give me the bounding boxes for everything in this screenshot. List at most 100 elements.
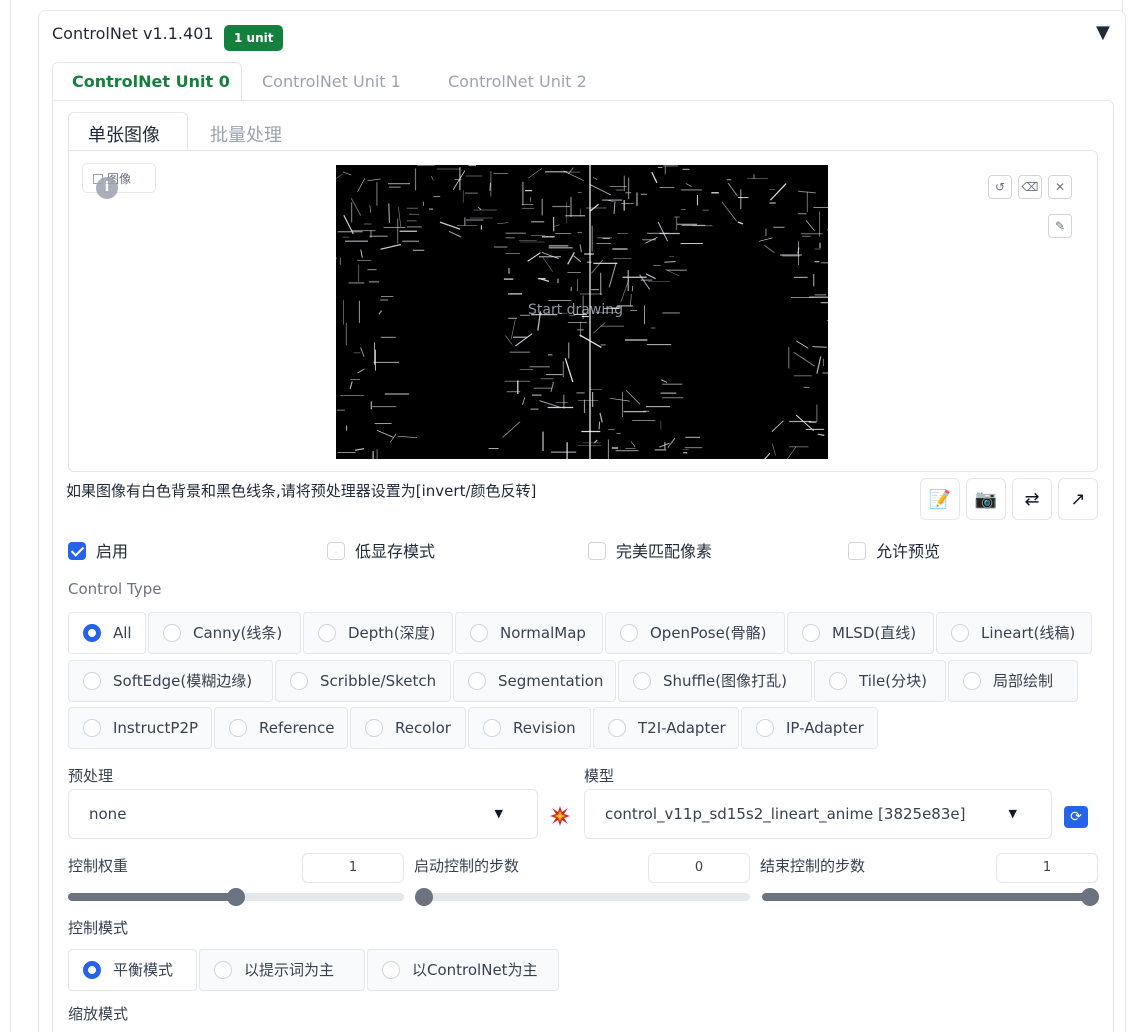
control-type-revision[interactable]: Revision (468, 707, 591, 749)
weight-slider-thumb[interactable] (227, 888, 245, 906)
radio-normalmap[interactable] (470, 624, 488, 642)
control-mode-label: 控制模式 (68, 919, 129, 937)
lineart-stroke (795, 414, 815, 432)
tab-controlnet-unit-0[interactable]: ControlNet Unit 0 (72, 72, 230, 91)
camera-icon[interactable]: 📷 (966, 478, 1006, 520)
radio-t2i-adapter[interactable] (608, 719, 626, 737)
control-mode-balanced[interactable]: 平衡模式 (68, 949, 197, 991)
refresh-icon[interactable]: ⟳ (1064, 806, 1088, 828)
lineart-stroke (564, 358, 574, 383)
radio-softedge[interactable] (83, 672, 101, 690)
explosion-icon[interactable] (549, 805, 571, 827)
control-type-inpaint[interactable]: 局部绘制 (948, 660, 1078, 702)
radio-inpaint[interactable] (963, 672, 981, 690)
chevron-down-icon[interactable]: ▼ (495, 790, 503, 838)
end-step-slider[interactable] (762, 888, 1099, 906)
tab-single-image[interactable]: 单张图像 (88, 121, 160, 147)
invert-hint: 如果图像有白色背景和黑色线条,请将预处理器设置为[invert/颜色反转] (66, 482, 537, 500)
edit-icon[interactable]: 📝 (920, 478, 960, 520)
pixel-perfect-check[interactable] (588, 542, 606, 560)
control-type-tile[interactable]: Tile(分块) (814, 660, 946, 702)
preprocessor-select[interactable]: none ▼ (68, 789, 538, 839)
close-icon[interactable]: ✕ (1048, 175, 1072, 199)
radio-prompt[interactable] (214, 961, 232, 979)
control-type-t2i-adapter[interactable]: T2I-Adapter (593, 707, 739, 749)
radio-all[interactable] (83, 624, 101, 642)
option-label: 以提示词为主 (244, 961, 335, 979)
weight-slider[interactable] (68, 888, 404, 906)
start-step-input[interactable]: 0 (648, 853, 750, 883)
model-select[interactable]: control_v11p_sd15s2_lineart_anime [3825e… (584, 789, 1052, 839)
control-type-openpose[interactable]: OpenPose(骨骼) (605, 612, 785, 654)
radio-instructp2p[interactable] (83, 719, 101, 737)
radio-balanced[interactable] (83, 961, 101, 979)
control-type-scribble[interactable]: Scribble/Sketch (275, 660, 451, 702)
end-step-input[interactable]: 1 (996, 853, 1098, 883)
start-step-slider-thumb[interactable] (415, 888, 433, 906)
extension-title[interactable]: ControlNet v1.1.401 (52, 24, 214, 43)
radio-tile[interactable] (829, 672, 847, 690)
weight-input[interactable]: 1 (302, 853, 404, 883)
control-type-mlsd[interactable]: MLSD(直线) (787, 612, 934, 654)
chevron-down-icon[interactable]: ▼ (1009, 790, 1017, 838)
control-type-instructp2p[interactable]: InstructP2P (68, 707, 212, 749)
allow-preview-checkbox[interactable]: 允许预览 (848, 538, 940, 562)
radio-depth[interactable] (318, 624, 336, 642)
lineart-stroke (357, 178, 366, 193)
lineart-stroke (645, 273, 656, 280)
control-type-all[interactable]: All (68, 612, 146, 654)
send-dimensions-icon[interactable]: ↗ (1058, 478, 1098, 520)
pixel-perfect-label: 完美匹配像素 (616, 542, 713, 561)
eraser-icon[interactable]: ⌫ (1018, 175, 1042, 199)
radio-recolor[interactable] (365, 719, 383, 737)
enable-checkbox[interactable]: 启用 (68, 538, 128, 562)
radio-canny[interactable] (163, 624, 181, 642)
radio-segmentation[interactable] (468, 672, 486, 690)
radio-openpose[interactable] (620, 624, 638, 642)
radio-lineart[interactable] (951, 624, 969, 642)
brush-icon[interactable]: ✎ (1048, 214, 1072, 238)
radio-ip-adapter[interactable] (756, 719, 774, 737)
lineart-stroke (589, 183, 612, 196)
start-step-slider[interactable] (415, 888, 750, 906)
undo-icon[interactable]: ↺ (988, 175, 1012, 199)
control-type-reference[interactable]: Reference (214, 707, 348, 749)
radio-revision[interactable] (483, 719, 501, 737)
control-type-canny[interactable]: Canny(线条) (148, 612, 301, 654)
option-label: MLSD(直线) (832, 624, 917, 642)
control-type-normalmap[interactable]: NormalMap (455, 612, 603, 654)
control-type-shuffle[interactable]: Shuffle(图像打乱) (618, 660, 812, 702)
triangle-down-icon[interactable]: ▼ (1096, 22, 1110, 43)
control-mode-prompt[interactable]: 以提示词为主 (199, 949, 365, 991)
tab-batch[interactable]: 批量处理 (210, 121, 282, 147)
low-vram-check[interactable] (327, 542, 345, 560)
info-icon[interactable]: i (96, 177, 118, 199)
option-label: Segmentation (498, 672, 604, 690)
lineart-stroke (528, 168, 543, 179)
control-mode-controlnet[interactable]: 以ControlNet为主 (367, 949, 559, 991)
radio-reference[interactable] (229, 719, 247, 737)
lineart-stroke (685, 183, 692, 187)
radio-controlnet[interactable] (382, 961, 400, 979)
low-vram-checkbox[interactable]: 低显存模式 (327, 538, 435, 562)
radio-mlsd[interactable] (802, 624, 820, 642)
low-vram-label: 低显存模式 (355, 542, 436, 561)
enable-check[interactable] (68, 542, 86, 560)
control-type-lineart[interactable]: Lineart(线稿) (936, 612, 1092, 654)
control-type-ip-adapter[interactable]: IP-Adapter (741, 707, 878, 749)
tab-controlnet-unit-2[interactable]: ControlNet Unit 2 (448, 72, 587, 91)
end-step-slider-thumb[interactable] (1081, 888, 1099, 906)
tab-controlnet-unit-1[interactable]: ControlNet Unit 1 (262, 72, 401, 91)
radio-shuffle[interactable] (633, 672, 651, 690)
radio-scribble[interactable] (290, 672, 308, 690)
allow-preview-check[interactable] (848, 542, 866, 560)
control-type-segmentation[interactable]: Segmentation (453, 660, 616, 702)
lineart-stroke (769, 183, 787, 201)
pixel-perfect-checkbox[interactable]: 完美匹配像素 (588, 538, 712, 562)
control-type-recolor[interactable]: Recolor (350, 707, 466, 749)
lineart-stroke (388, 203, 390, 223)
swap-icon[interactable]: ⇄ (1012, 478, 1052, 520)
lineart-stroke (448, 230, 462, 238)
control-type-depth[interactable]: Depth(深度) (303, 612, 453, 654)
control-type-softedge[interactable]: SoftEdge(模糊边缘) (68, 660, 273, 702)
